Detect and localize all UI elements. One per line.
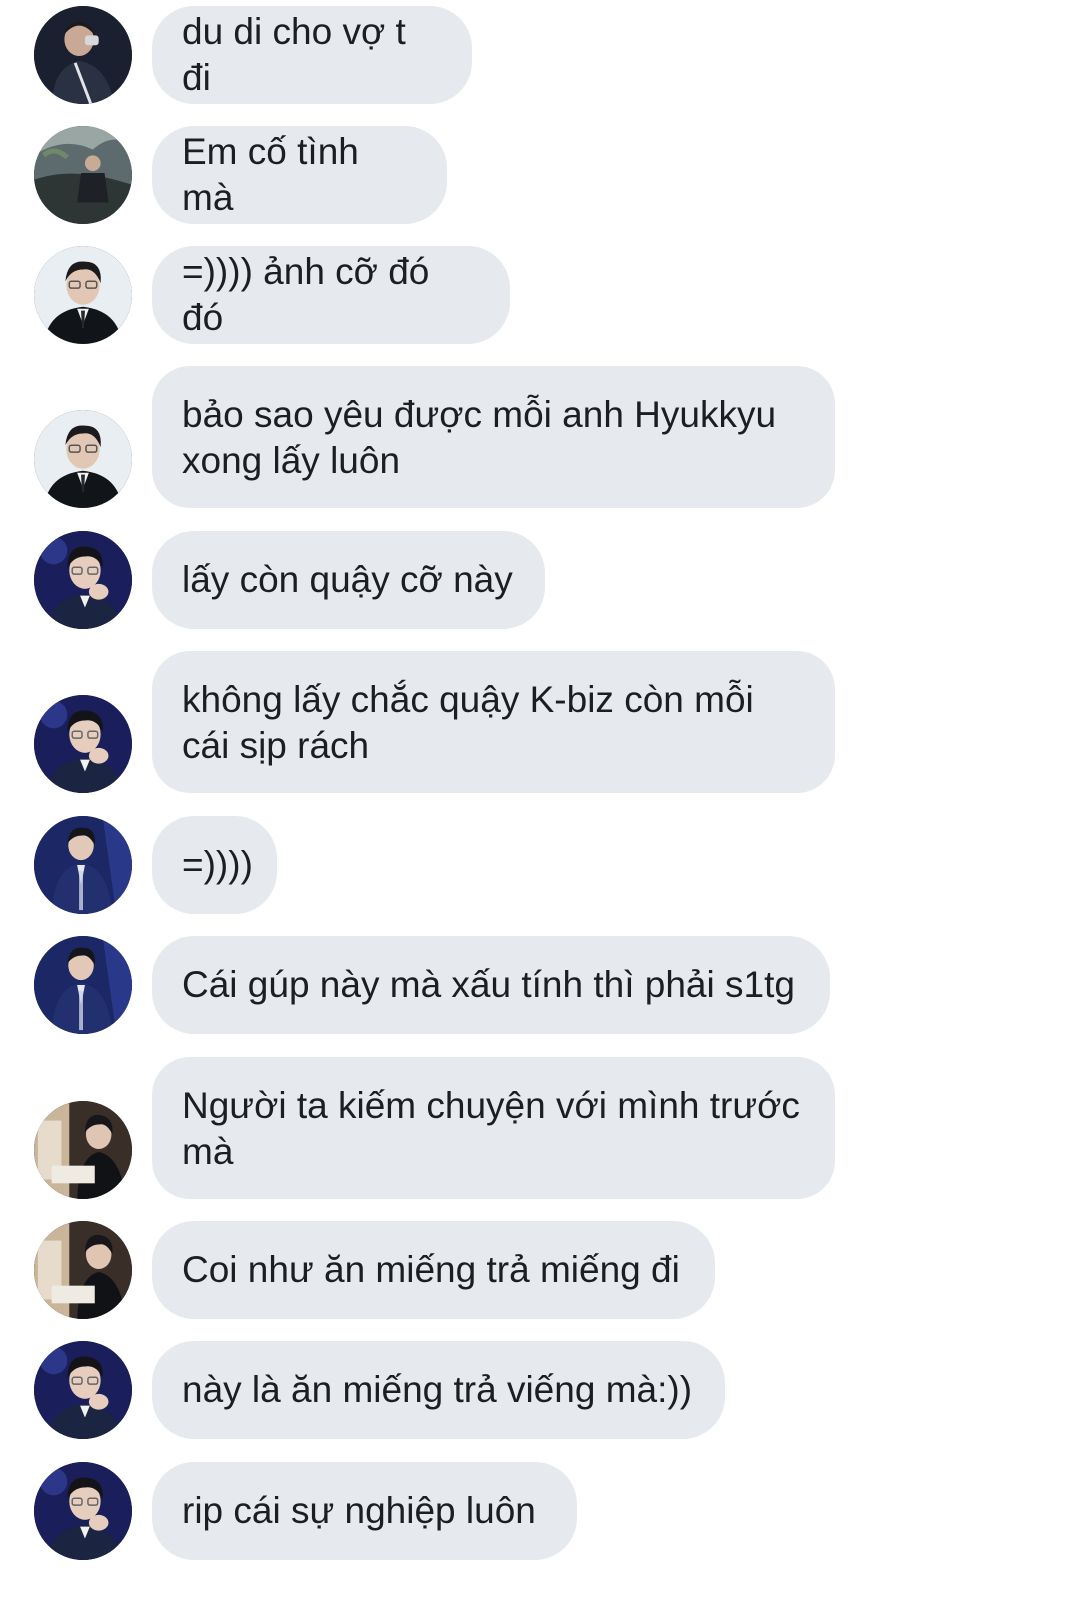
- chat-screen: { "messages": [ {"text": "du di cho vợ t…: [0, 0, 1080, 1610]
- message-bubble[interactable]: Người ta kiếm chuyện với mình trước mà: [152, 1057, 835, 1199]
- message-bubble[interactable]: bảo sao yêu được mỗi anh Hyukkyu xong lấ…: [152, 366, 835, 508]
- avatar[interactable]: [34, 410, 132, 508]
- message-bubble[interactable]: này là ăn miếng trả viếng mà:)): [152, 1341, 725, 1439]
- avatar[interactable]: [34, 1341, 132, 1439]
- message-text: du di cho vợ t đi: [182, 11, 417, 98]
- message-text: Em cố tình mà: [182, 131, 370, 218]
- avatar[interactable]: [34, 6, 132, 104]
- person-glasses-hand-chin-icon: [34, 1462, 132, 1560]
- avatar[interactable]: [34, 246, 132, 344]
- message-text: =)))) ảnh cỡ đó đó: [182, 251, 440, 338]
- person-indoor-room-icon: [34, 1221, 132, 1319]
- message-bubble[interactable]: du di cho vợ t đi: [152, 6, 472, 104]
- avatar[interactable]: [34, 1221, 132, 1319]
- message-text: rip cái sự nghiệp luôn: [182, 1490, 536, 1531]
- avatar[interactable]: [34, 1462, 132, 1560]
- person-glasses-black-suit-icon: [34, 246, 132, 344]
- message-bubble[interactable]: không lấy chắc quậy K-biz còn mỗi cái sị…: [152, 651, 835, 793]
- avatar[interactable]: [34, 936, 132, 1034]
- message-bubble[interactable]: =)))) ảnh cỡ đó đó: [152, 246, 510, 344]
- avatar[interactable]: [34, 1101, 132, 1199]
- message-text: Cái gúp này mà xấu tính thì phải s1tg: [182, 964, 795, 1005]
- message-text: =)))): [182, 844, 253, 885]
- person-indoor-room-icon: [34, 1101, 132, 1199]
- message-bubble[interactable]: =)))): [152, 816, 277, 914]
- avatar[interactable]: [34, 126, 132, 224]
- person-glasses-hand-chin-icon: [34, 695, 132, 793]
- message-bubble[interactable]: lấy còn quậy cỡ này: [152, 531, 545, 629]
- message-text: lấy còn quậy cỡ này: [182, 559, 513, 600]
- message-bubble[interactable]: Coi như ăn miếng trả miếng đi: [152, 1221, 715, 1319]
- message-text: Coi như ăn miếng trả miếng đi: [182, 1249, 680, 1290]
- message-bubble[interactable]: Cái gúp này mà xấu tính thì phải s1tg: [152, 936, 830, 1034]
- message-text: không lấy chắc quậy K-biz còn mỗi cái sị…: [182, 679, 765, 766]
- person-navy-suit-stage-icon: [34, 816, 132, 914]
- avatar[interactable]: [34, 816, 132, 914]
- person-glasses-hand-chin-icon: [34, 1341, 132, 1439]
- person-glasses-hand-chin-icon: [34, 531, 132, 629]
- person-sitting-outdoors-icon: [34, 126, 132, 224]
- message-text: này là ăn miếng trả viếng mà:)): [182, 1369, 693, 1410]
- message-text: bảo sao yêu được mỗi anh Hyukkyu xong lấ…: [182, 394, 787, 481]
- message-bubble[interactable]: Em cố tình mà: [152, 126, 447, 224]
- person-navy-suit-stage-icon: [34, 936, 132, 1034]
- avatar[interactable]: [34, 695, 132, 793]
- person-dark-suit-drinking-icon: [34, 6, 132, 104]
- message-text: Người ta kiếm chuyện với mình trước mà: [182, 1085, 811, 1172]
- person-glasses-black-suit-icon: [34, 410, 132, 508]
- avatar[interactable]: [34, 531, 132, 629]
- message-bubble[interactable]: rip cái sự nghiệp luôn: [152, 1462, 577, 1560]
